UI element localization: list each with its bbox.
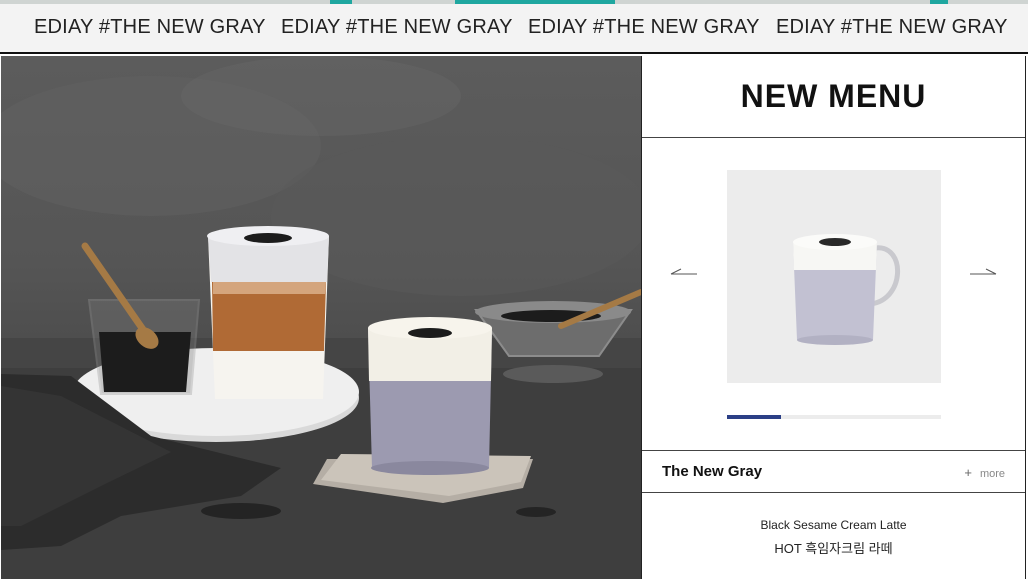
arrow-left-icon[interactable] bbox=[669, 266, 699, 282]
plus-icon: + bbox=[964, 465, 972, 480]
marquee-text: EDIAY #THE NEW GRAY bbox=[528, 16, 760, 38]
marquee-text: EDIAY #THE NEW GRAY bbox=[281, 16, 513, 38]
hero-illustration bbox=[1, 56, 641, 579]
hero-photo bbox=[1, 56, 641, 579]
more-label: more bbox=[979, 468, 1005, 480]
menu-item-row: The New Gray + more bbox=[642, 451, 1025, 493]
menu-slider bbox=[642, 138, 1025, 451]
more-button[interactable]: + more bbox=[964, 465, 1005, 480]
panel-title: NEW MENU bbox=[642, 56, 1025, 138]
slider-progress-fill bbox=[727, 415, 781, 419]
marquee-banner: EDIAY #THE NEW GRAY EDIAY #THE NEW GRAY … bbox=[0, 4, 1028, 54]
slider-progress-bar bbox=[727, 415, 941, 419]
description-english: Black Sesame Cream Latte bbox=[760, 518, 907, 532]
marquee-text: EDIAY #THE NEW GRAY bbox=[776, 16, 1008, 38]
arrow-right-icon[interactable] bbox=[968, 266, 998, 282]
product-image[interactable] bbox=[727, 170, 941, 383]
menu-item-description: Black Sesame Cream Latte HOT 흑임자크림 라떼 bbox=[642, 493, 1025, 579]
new-menu-panel: NEW MENU The New Gray + more Black Sesam… bbox=[641, 56, 1026, 579]
menu-item-name: The New Gray bbox=[662, 463, 763, 480]
marquee-text: EDIAY #THE NEW GRAY bbox=[34, 16, 266, 38]
latte-mug-illustration bbox=[793, 234, 900, 345]
description-korean: HOT 흑임자크림 라떼 bbox=[774, 541, 893, 556]
